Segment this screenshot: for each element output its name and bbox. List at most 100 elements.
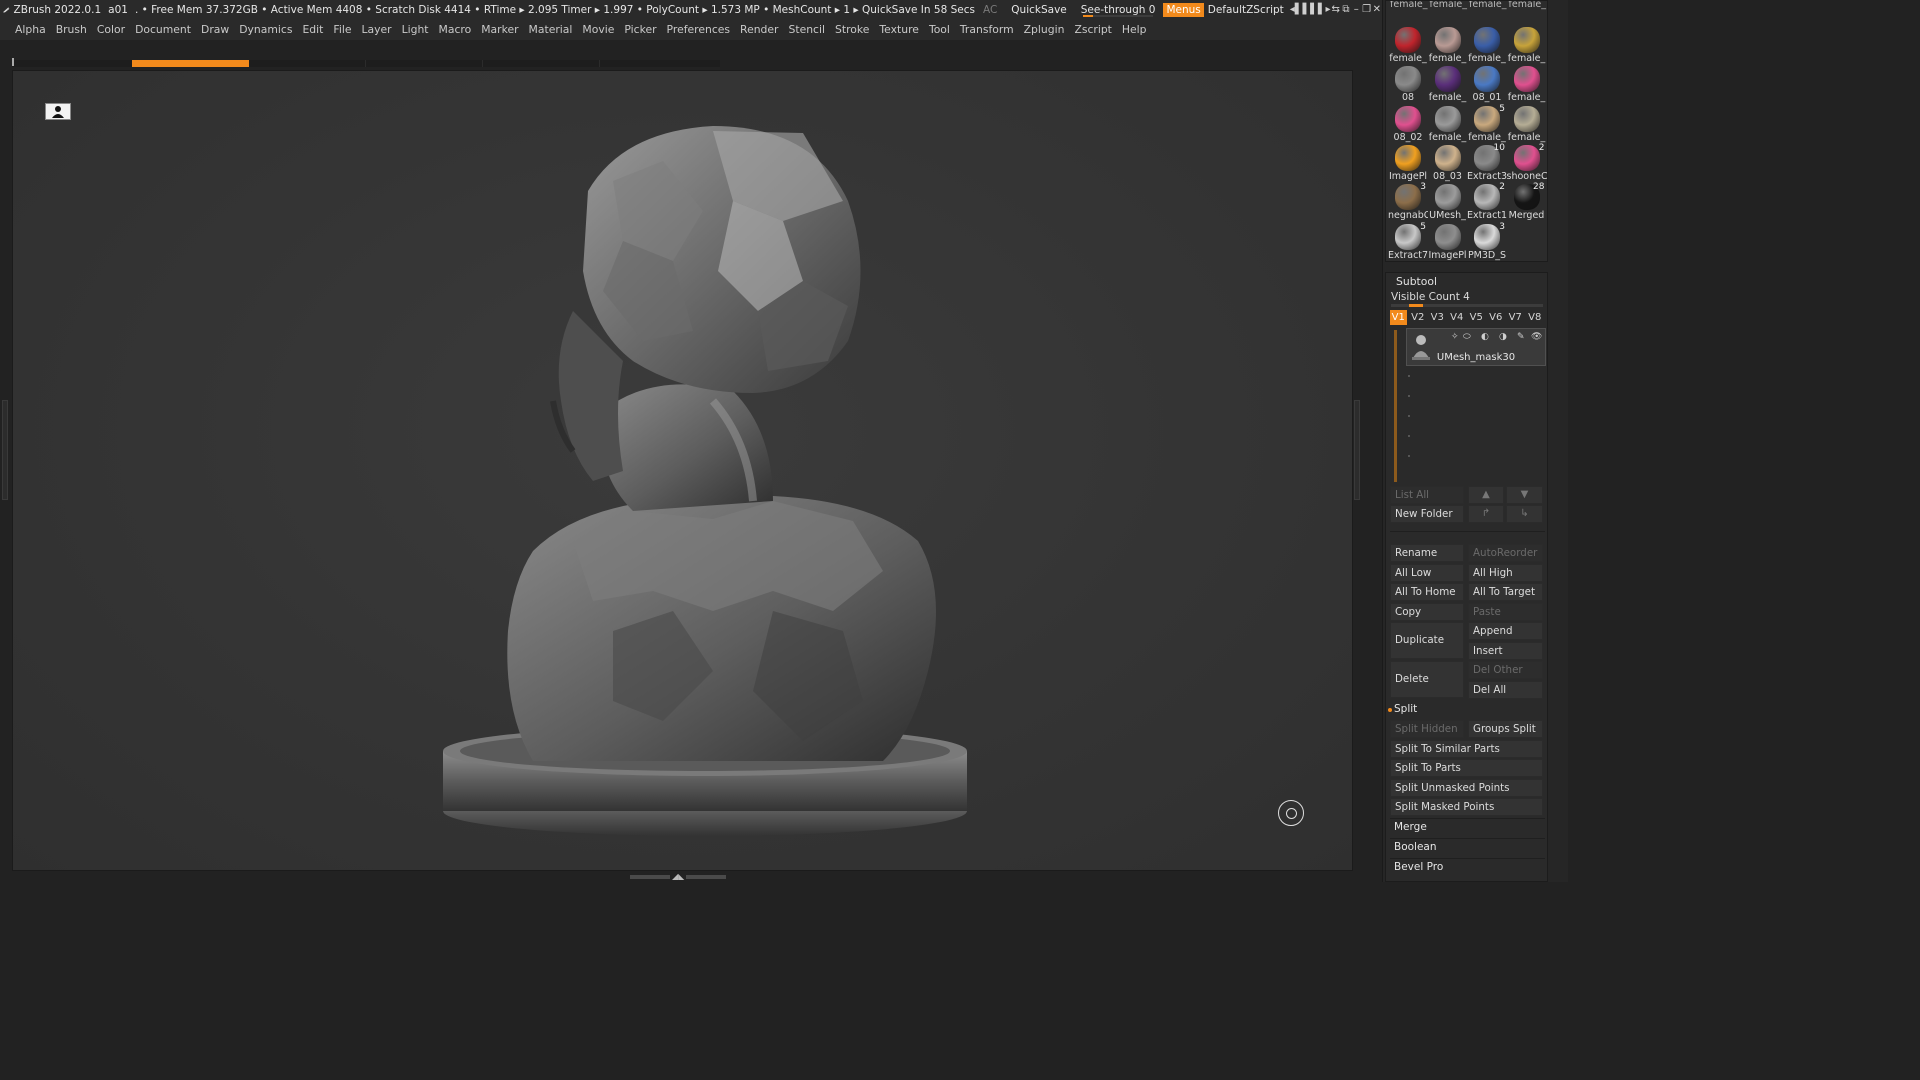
folder-arrow-down-icon[interactable]: ↳: [1506, 505, 1543, 523]
subtool-scrollbar[interactable]: [1394, 330, 1397, 482]
all-to-target-button[interactable]: All To Target: [1468, 583, 1543, 601]
tool-thumbnail[interactable]: female_: [1507, 64, 1547, 103]
move-down-icon[interactable]: ▼: [1506, 486, 1543, 504]
tool-thumbnail[interactable]: 08_01: [1467, 64, 1507, 103]
groups-split-button[interactable]: Groups Split: [1468, 720, 1543, 738]
copy-button[interactable]: Copy: [1390, 603, 1464, 621]
sculpt-model[interactable]: [13, 71, 1353, 871]
menu-preferences[interactable]: Preferences: [667, 23, 731, 36]
subtool-title[interactable]: Subtool: [1396, 275, 1437, 288]
load-layout-icon[interactable]: ⧉: [1341, 3, 1351, 17]
tool-thumbnail[interactable]: UMesh_: [1428, 182, 1468, 221]
split-masked-button[interactable]: Split Masked Points: [1390, 798, 1543, 816]
view-v8-button[interactable]: V8: [1527, 310, 1544, 325]
menu-color[interactable]: Color: [97, 23, 125, 36]
polypaint-icon[interactable]: ✧: [1451, 332, 1459, 342]
tool-thumbnail[interactable]: female_: [1467, 25, 1507, 64]
right-tray-grip[interactable]: [1354, 400, 1360, 500]
delete-button[interactable]: Delete: [1390, 661, 1464, 698]
ui-layout-right-icon[interactable]: ▌▌▸: [1310, 3, 1330, 17]
split-similar-parts-button[interactable]: Split To Similar Parts: [1390, 740, 1543, 758]
menu-render[interactable]: Render: [740, 23, 778, 36]
del-other-button[interactable]: Del Other: [1468, 661, 1543, 679]
boolean-section-header[interactable]: Boolean: [1394, 841, 1437, 853]
tab-slot[interactable]: [483, 60, 600, 67]
all-to-home-button[interactable]: All To Home: [1390, 583, 1464, 601]
insert-button[interactable]: Insert: [1468, 642, 1543, 660]
duplicate-button[interactable]: Duplicate: [1390, 622, 1464, 659]
menu-movie[interactable]: Movie: [582, 23, 614, 36]
active-tab[interactable]: [132, 60, 249, 67]
document-canvas[interactable]: [12, 70, 1353, 871]
view-v4-button[interactable]: V4: [1449, 310, 1466, 325]
left-tray-grip[interactable]: [2, 400, 8, 500]
tool-thumbnail[interactable]: 10 Extract3: [1467, 143, 1507, 182]
menu-layer[interactable]: Layer: [361, 23, 391, 36]
menu-material[interactable]: Material: [529, 23, 573, 36]
tab-slot[interactable]: [249, 60, 366, 67]
view-v6-button[interactable]: V6: [1488, 310, 1505, 325]
menu-stencil[interactable]: Stencil: [788, 23, 825, 36]
tool-thumbnail[interactable]: female_: [1507, 104, 1547, 143]
menu-file[interactable]: File: [333, 23, 351, 36]
tool-thumbnail[interactable]: 08: [1388, 64, 1428, 103]
menu-marker[interactable]: Marker: [481, 23, 518, 36]
quicksave-button[interactable]: QuickSave: [1011, 4, 1066, 16]
navigation-gizmo[interactable]: [1278, 800, 1304, 826]
bottom-tray-grip[interactable]: ◢◣: [630, 873, 734, 881]
tool-thumbnail[interactable]: 5 female_: [1467, 104, 1507, 143]
view-v2-button[interactable]: V2: [1410, 310, 1427, 325]
split-section-header[interactable]: Split: [1394, 703, 1417, 715]
del-all-button[interactable]: Del All: [1468, 681, 1543, 699]
ac-button[interactable]: AC: [983, 4, 997, 16]
folder-arrow-up-icon[interactable]: ↱: [1468, 505, 1504, 523]
bevel-pro-section-header[interactable]: Bevel Pro: [1394, 861, 1443, 873]
menu-edit[interactable]: Edit: [302, 23, 323, 36]
menu-brush[interactable]: Brush: [56, 23, 87, 36]
tool-thumbnail[interactable]: female_: [1507, 25, 1547, 64]
brush-icon[interactable]: ✎: [1517, 332, 1525, 342]
menu-stroke[interactable]: Stroke: [835, 23, 869, 36]
tool-thumbnail[interactable]: 08_02: [1388, 104, 1428, 143]
menu-alpha[interactable]: Alpha: [15, 23, 46, 36]
rename-button[interactable]: Rename: [1390, 544, 1464, 562]
view-v1-button[interactable]: V1: [1390, 310, 1407, 325]
menu-tool[interactable]: Tool: [929, 23, 950, 36]
see-through-slider[interactable]: See-through 0: [1081, 1, 1155, 18]
new-folder-button[interactable]: New Folder: [1390, 505, 1464, 523]
tool-thumbnail[interactable]: female_: [1428, 104, 1468, 143]
visibility-eye-icon[interactable]: 👁: [1531, 332, 1542, 342]
move-up-icon[interactable]: ▲: [1468, 486, 1504, 504]
tool-thumbnail[interactable]: 2 Extract1: [1467, 182, 1507, 221]
menu-texture[interactable]: Texture: [879, 23, 919, 36]
list-all-button[interactable]: List All: [1390, 486, 1464, 504]
menu-draw[interactable]: Draw: [201, 23, 229, 36]
menu-transform[interactable]: Transform: [960, 23, 1014, 36]
tool-thumbnail[interactable]: female_: [1428, 64, 1468, 103]
tab-slot[interactable]: [366, 60, 483, 67]
tool-thumbnail[interactable]: 3 negnabC: [1388, 182, 1428, 221]
append-button[interactable]: Append: [1468, 622, 1543, 640]
dynamic-toggle-icon[interactable]: ◑: [1499, 332, 1507, 342]
mode-toggle-icon[interactable]: ◐: [1481, 332, 1489, 342]
visible-count-slider[interactable]: Visible Count 4: [1391, 291, 1470, 303]
split-hidden-button[interactable]: Split Hidden: [1390, 720, 1464, 738]
tool-thumbnail[interactable]: female_: [1428, 25, 1468, 64]
menu-zplugin[interactable]: Zplugin: [1024, 23, 1065, 36]
split-to-parts-button[interactable]: Split To Parts: [1390, 759, 1543, 777]
menus-toggle[interactable]: Menus: [1163, 2, 1204, 17]
menu-light[interactable]: Light: [402, 23, 429, 36]
visible-count-bar[interactable]: [1391, 304, 1543, 307]
tool-thumbnail[interactable]: 2 shooneC: [1507, 143, 1547, 182]
color-toggle-icon[interactable]: ⬭: [1463, 332, 1471, 342]
document-tab-strip[interactable]: [12, 58, 720, 67]
view-v7-button[interactable]: V7: [1507, 310, 1524, 325]
restore-icon[interactable]: ❐: [1361, 3, 1371, 17]
view-v5-button[interactable]: V5: [1468, 310, 1485, 325]
merge-section-header[interactable]: Merge: [1394, 821, 1427, 833]
menu-help[interactable]: Help: [1122, 23, 1147, 36]
tool-thumbnail[interactable]: 08_03: [1428, 143, 1468, 182]
menu-document[interactable]: Document: [135, 23, 191, 36]
tool-thumbnail[interactable]: 3 PM3D_S: [1467, 222, 1507, 261]
menu-dynamics[interactable]: Dynamics: [239, 23, 292, 36]
